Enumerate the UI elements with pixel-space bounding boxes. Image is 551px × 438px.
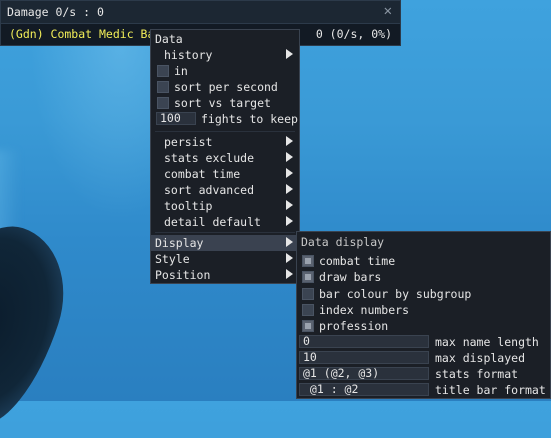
checkbox-bar-colour[interactable] <box>302 288 314 300</box>
submenu-item-title-bar-format: @1 : @2 title bar format <box>297 382 550 398</box>
checkbox-combat-time[interactable] <box>302 255 314 267</box>
checkbox-profession[interactable] <box>302 320 314 332</box>
chevron-right-icon <box>286 184 293 194</box>
menu-item-combat-time[interactable]: combat time <box>151 166 299 182</box>
menu-item-persist[interactable]: persist <box>151 134 299 150</box>
submenu-header-data-display: Data display <box>301 235 385 249</box>
max-name-length-input[interactable]: 0 <box>299 335 429 348</box>
fights-to-keep-input[interactable]: 100 <box>156 112 196 125</box>
menu-separator <box>155 131 295 132</box>
menu-item-sort-advanced[interactable]: sort advanced <box>151 182 299 198</box>
menu-item-stats-exclude[interactable]: stats exclude <box>151 150 299 166</box>
chevron-right-icon <box>286 253 293 263</box>
menu-item-detail-default[interactable]: detail default <box>151 214 299 230</box>
chevron-right-icon <box>286 168 293 178</box>
chevron-right-icon <box>286 269 293 279</box>
menu-item-sort-vs-target[interactable]: sort vs target <box>151 95 299 111</box>
context-menu: Data history in sort per second sort vs … <box>150 29 300 284</box>
submenu-item-index-numbers[interactable]: index numbers <box>297 302 550 318</box>
menu-item-sort-per-second[interactable]: sort per second <box>151 79 299 95</box>
menu-item-fights-to-keep: 100 fights to keep <box>151 111 299 127</box>
chevron-right-icon <box>286 216 293 226</box>
submenu-item-max-name-length: 0 max name length <box>297 334 550 350</box>
stats-format-input[interactable]: @1 (@2, @3) <box>299 367 429 380</box>
window-title-bar[interactable]: Damage 0/s : 0 ✕ <box>1 1 400 24</box>
menu-item-history[interactable]: history <box>151 47 299 63</box>
title-bar-format-input[interactable]: @1 : @2 <box>299 383 429 396</box>
player-value: 0 (0/s, 0%) <box>315 27 392 41</box>
chevron-right-icon <box>286 237 293 247</box>
checkbox-sort-vs-target[interactable] <box>157 97 169 109</box>
submenu-item-profession[interactable]: profession <box>297 318 550 334</box>
submenu-item-max-displayed: 10 max displayed <box>297 350 550 366</box>
menu-item-display[interactable]: Display <box>151 235 299 251</box>
checkbox-draw-bars[interactable] <box>302 271 314 283</box>
chevron-right-icon <box>286 152 293 162</box>
checkbox-index-numbers[interactable] <box>302 304 314 316</box>
menu-separator <box>155 232 295 233</box>
checkbox-sort-per-second[interactable] <box>157 81 169 93</box>
menu-item-in[interactable]: in <box>151 63 299 79</box>
background-rock <box>0 212 84 438</box>
submenu-item-combat-time[interactable]: combat time <box>297 253 550 269</box>
submenu-item-bar-colour[interactable]: bar colour by subgroup <box>297 286 550 302</box>
chevron-right-icon <box>286 49 293 59</box>
menu-item-tooltip[interactable]: tooltip <box>151 198 299 214</box>
window-title: Damage 0/s : 0 <box>7 5 104 19</box>
chevron-right-icon <box>286 200 293 210</box>
menu-header-data: Data <box>155 32 183 46</box>
chevron-right-icon <box>286 136 293 146</box>
display-submenu: Data display combat time draw bars bar c… <box>296 231 551 399</box>
close-icon[interactable]: ✕ <box>384 3 392 19</box>
max-displayed-input[interactable]: 10 <box>299 351 429 364</box>
submenu-item-draw-bars[interactable]: draw bars <box>297 269 550 285</box>
menu-item-position[interactable]: Position <box>151 267 299 283</box>
menu-item-style[interactable]: Style <box>151 251 299 267</box>
submenu-item-stats-format: @1 (@2, @3) stats format <box>297 366 550 382</box>
player-name: (Gdn) Combat Medic Baus <box>9 27 253 41</box>
checkbox-in[interactable] <box>157 65 169 77</box>
